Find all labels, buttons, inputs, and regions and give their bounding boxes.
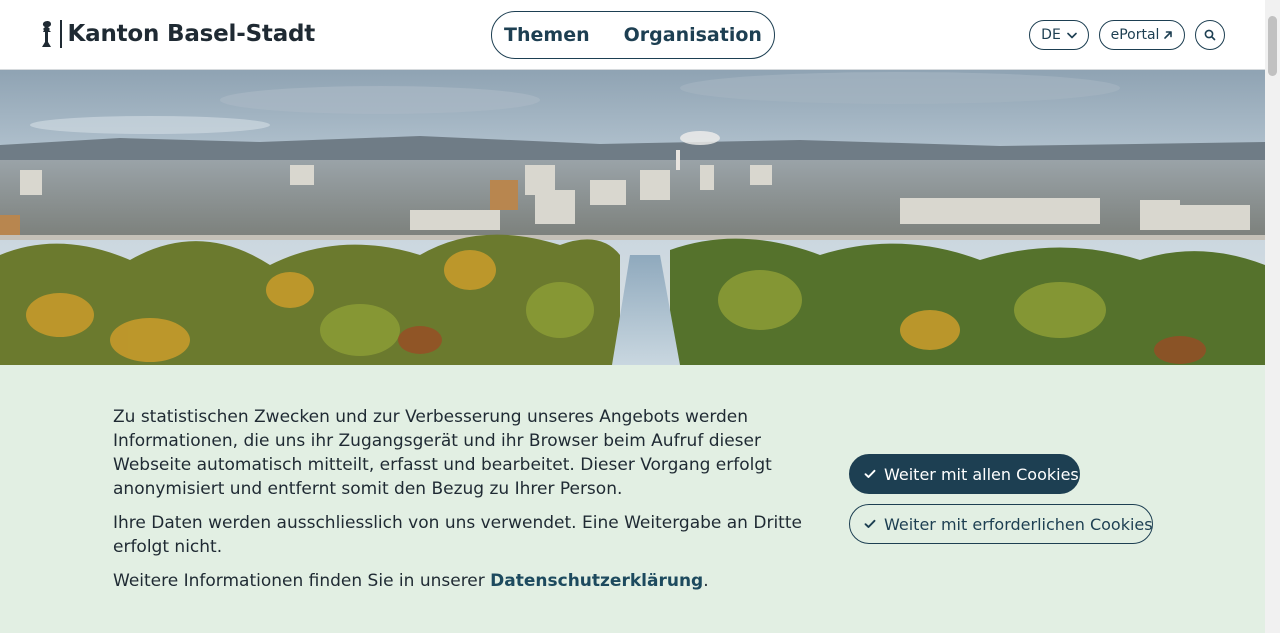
eportal-button[interactable]: ePortal (1099, 20, 1185, 50)
language-label: DE (1041, 27, 1061, 43)
cookie-paragraph-3: Weitere Informationen finden Sie in unse… (113, 569, 813, 593)
check-icon (864, 469, 876, 478)
hero-image (0, 70, 1265, 365)
site-logo-link[interactable]: Kanton Basel-Stadt (38, 20, 315, 48)
accept-all-cookies-button[interactable]: Weiter mit allen Cookies (849, 454, 1080, 494)
arrow-up-right-icon (1164, 31, 1173, 39)
nav-themen[interactable]: Themen (504, 24, 590, 46)
nav-organisation[interactable]: Organisation (624, 24, 762, 46)
cookie-paragraph-2: Ihre Daten werden ausschliesslich von un… (113, 513, 802, 557)
eportal-label: ePortal (1110, 27, 1160, 43)
city-panorama-illustration (0, 70, 1265, 365)
search-icon (1204, 29, 1216, 41)
accept-required-cookies-button[interactable]: Weiter mit erforderlichen Cookies (849, 504, 1153, 544)
search-button[interactable] (1195, 20, 1225, 50)
baselstab-icon (42, 20, 51, 47)
cookie-paragraph-1: Zu statistischen Zwecken und zur Verbess… (113, 407, 772, 499)
accept-required-cookies-label: Weiter mit erforderlichen Cookies (884, 514, 1153, 534)
site-header: Kanton Basel-Stadt Themen Organisation D… (0, 0, 1265, 70)
check-icon (864, 519, 876, 528)
main-navigation: Themen Organisation (491, 11, 775, 59)
site-title: Kanton Basel-Stadt (67, 21, 316, 47)
scrollbar-thumb[interactable] (1268, 16, 1277, 76)
cookie-paragraph-3-suffix: . (703, 571, 709, 591)
logo-divider (60, 20, 62, 48)
page-scrollbar[interactable] (1265, 0, 1280, 633)
cookie-paragraph-3-prefix: Weitere Informationen finden Sie in unse… (113, 571, 491, 591)
language-selector[interactable]: DE (1029, 20, 1089, 50)
privacy-policy-link[interactable]: Datenschutzerklärung (490, 571, 703, 591)
cookie-text: Zu statistischen Zwecken und zur Verbess… (113, 405, 813, 603)
accept-all-cookies-label: Weiter mit allen Cookies (884, 464, 1079, 484)
chevron-down-icon (1067, 32, 1077, 38)
cookie-banner: Zu statistischen Zwecken und zur Verbess… (0, 365, 1265, 633)
